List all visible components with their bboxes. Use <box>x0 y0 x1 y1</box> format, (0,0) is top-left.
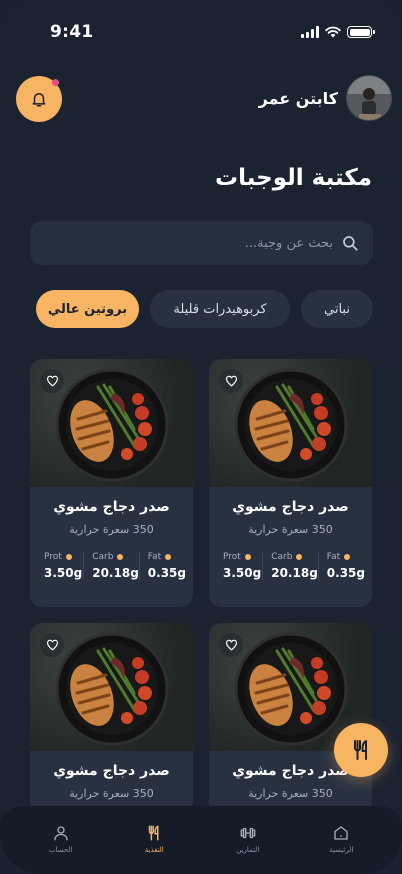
meal-image <box>30 623 193 751</box>
search-bar[interactable] <box>30 221 373 265</box>
meal-card[interactable]: صدر دجاج مشوي 350 سعرة حرارية <box>30 623 193 813</box>
wifi-icon <box>325 26 341 38</box>
macro-fat: Fat 0.35g <box>138 552 187 580</box>
nav-item-workouts[interactable]: التمارين <box>208 806 288 874</box>
nav-label: الرئيسية <box>329 846 354 854</box>
meal-fab-button[interactable] <box>334 723 388 777</box>
status-bar: 9:41 <box>0 0 402 64</box>
nav-item-nutrition[interactable]: التغذية <box>114 806 194 874</box>
dot-icon <box>296 554 303 560</box>
user-profile[interactable]: كابتن عمر <box>259 75 392 121</box>
favorite-button[interactable] <box>40 369 64 393</box>
nav-item-home[interactable]: الرئيسية <box>301 806 381 874</box>
dumbbell-icon <box>240 827 256 839</box>
nav-label: الحساب <box>48 846 73 854</box>
user-icon <box>54 826 68 841</box>
chip-label: كربوهيدرات قليلة <box>173 301 267 317</box>
macro-value: 0.35g <box>326 566 365 580</box>
meal-calories: 350 سعرة حرارية <box>69 787 154 800</box>
meal-name: صدر دجاج مشوي <box>53 763 170 779</box>
meal-image <box>209 359 372 487</box>
meal-name: صدر دجاج مشوي <box>232 499 349 515</box>
heart-icon <box>225 639 237 651</box>
dot-icon <box>65 554 72 560</box>
macro-fat: Fat 0.35g <box>317 552 366 580</box>
system-icons <box>301 26 375 38</box>
chip-label: نباتي <box>324 301 350 317</box>
search-input[interactable] <box>73 235 333 251</box>
bell-icon <box>32 93 46 107</box>
meal-calories: 350 سعرة حرارية <box>69 523 154 536</box>
macro-value: 3.50g <box>223 566 262 580</box>
nav-label: التغذية <box>144 846 164 854</box>
status-time: 9:41 <box>50 22 94 42</box>
cellular-signal-icon <box>301 26 319 38</box>
macros-row: Prot 3.50g Carb 20.18g Fat 0.35g <box>30 552 193 580</box>
macro-protein: Prot 3.50g <box>36 552 83 580</box>
fork-knife-icon <box>354 740 367 760</box>
macro-value: 20.18g <box>271 566 318 580</box>
bottom-nav: الحساب التغذية التمارين الرئيسية <box>0 806 402 874</box>
macro-label: Fat <box>326 552 341 562</box>
heart-icon <box>46 375 58 387</box>
fork-knife-icon <box>149 825 159 841</box>
search-icon <box>343 236 358 251</box>
macro-carb: Carb 20.18g <box>262 552 318 580</box>
meal-calories: 350 سعرة حرارية <box>248 523 333 536</box>
nav-item-account[interactable]: الحساب <box>21 806 101 874</box>
chip-low-carb[interactable]: كربوهيدرات قليلة <box>150 290 290 328</box>
meal-card[interactable]: صدر دجاج مشوي 350 سعرة حرارية Prot 3.50g … <box>30 359 193 607</box>
favorite-button[interactable] <box>40 633 64 657</box>
notification-badge <box>52 79 59 86</box>
meal-image <box>30 359 193 487</box>
macro-label: Prot <box>44 552 62 562</box>
dot-icon <box>344 554 351 560</box>
phone-screen: 9:41 كابتن عمر مكتبة الوجبات بحث عن وجبة… <box>0 0 402 874</box>
macros-row: Prot 3.50g Carb 20.18g Fat 0.35g <box>209 552 372 580</box>
dot-icon <box>165 554 172 560</box>
meal-card[interactable]: صدر دجاج مشوي 350 سعرة حرارية Prot 3.50g … <box>209 359 372 607</box>
notification-button[interactable] <box>16 76 62 122</box>
dot-icon <box>244 554 251 560</box>
macro-protein: Prot 3.50g <box>215 552 262 580</box>
meal-name: صدر دجاج مشوي <box>53 499 170 515</box>
macro-label: Carb <box>271 552 293 562</box>
macro-label: Carb <box>92 552 114 562</box>
chip-vegetarian[interactable]: نباتي <box>301 290 373 328</box>
meal-calories: 350 سعرة حرارية <box>248 787 333 800</box>
macro-label: Fat <box>147 552 162 562</box>
macro-carb: Carb 20.18g <box>83 552 139 580</box>
meal-card[interactable]: صدر دجاج مشوي 350 سعرة حرارية <box>209 623 372 813</box>
avatar-photo <box>347 76 391 120</box>
heart-icon <box>46 639 58 651</box>
chip-label: بروتين عالي <box>47 301 128 317</box>
favorite-button[interactable] <box>219 633 243 657</box>
battery-icon <box>347 26 375 38</box>
heart-icon <box>225 375 237 387</box>
favorite-button[interactable] <box>219 369 243 393</box>
macro-value: 20.18g <box>92 566 139 580</box>
page-title: مكتبة الوجبات <box>214 165 372 191</box>
macro-value: 0.35g <box>147 566 186 580</box>
chip-high-protein[interactable]: بروتين عالي <box>36 290 139 328</box>
avatar[interactable] <box>346 75 392 121</box>
user-name: كابتن عمر <box>258 88 338 108</box>
home-icon <box>334 826 348 840</box>
nav-label: التمارين <box>236 846 260 854</box>
macro-value: 3.50g <box>44 566 83 580</box>
macro-label: Prot <box>223 552 241 562</box>
dot-icon <box>117 554 124 560</box>
